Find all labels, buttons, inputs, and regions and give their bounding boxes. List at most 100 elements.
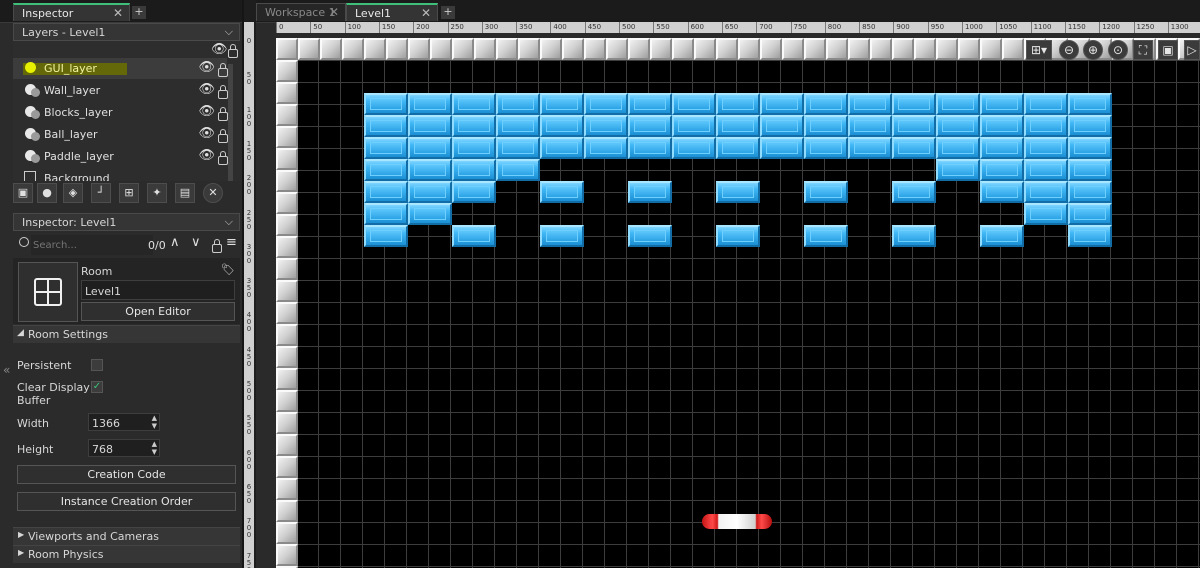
brick-block[interactable] bbox=[1024, 115, 1068, 137]
lock-icon[interactable] bbox=[228, 44, 238, 58]
lock-icon[interactable] bbox=[218, 85, 228, 99]
brick-block[interactable] bbox=[1024, 93, 1068, 115]
zoom-out-icon[interactable]: ⊖ bbox=[1059, 40, 1079, 60]
brick-block[interactable] bbox=[628, 115, 672, 137]
wall-block[interactable] bbox=[430, 38, 452, 60]
eye-icon[interactable]: 👁 bbox=[198, 60, 215, 75]
wall-block[interactable] bbox=[276, 500, 298, 522]
brick-block[interactable] bbox=[628, 137, 672, 159]
wall-block[interactable] bbox=[276, 412, 298, 434]
brick-block[interactable] bbox=[804, 115, 848, 137]
wall-block[interactable] bbox=[276, 324, 298, 346]
brick-block[interactable] bbox=[540, 181, 584, 203]
add-path-layer-button[interactable]: ┘ bbox=[91, 183, 111, 203]
collapse-panel-icon[interactable]: « bbox=[3, 363, 10, 377]
brick-block[interactable] bbox=[452, 159, 496, 181]
brick-block[interactable] bbox=[1068, 225, 1112, 247]
wall-block[interactable] bbox=[364, 38, 386, 60]
brick-block[interactable] bbox=[364, 137, 408, 159]
brick-block[interactable] bbox=[408, 203, 452, 225]
brick-block[interactable] bbox=[452, 115, 496, 137]
add-effect-layer-button[interactable]: ✦ bbox=[147, 183, 167, 203]
eye-icon[interactable]: 👁 bbox=[198, 82, 215, 97]
tab-inspector[interactable]: Inspector ✕ bbox=[13, 3, 130, 21]
brick-block[interactable] bbox=[804, 181, 848, 203]
persistent-checkbox[interactable] bbox=[91, 359, 103, 371]
stepper-icon[interactable]: ▲ ▼ bbox=[152, 440, 157, 456]
brick-block[interactable] bbox=[408, 159, 452, 181]
wall-block[interactable] bbox=[650, 38, 672, 60]
wall-block[interactable] bbox=[870, 38, 892, 60]
close-icon[interactable]: ✕ bbox=[113, 6, 123, 20]
brick-block[interactable] bbox=[1024, 137, 1068, 159]
brick-block[interactable] bbox=[1068, 93, 1112, 115]
layer-row-wall[interactable]: Wall_layer 👁 bbox=[13, 80, 228, 101]
brick-block[interactable] bbox=[980, 115, 1024, 137]
wall-block[interactable] bbox=[276, 258, 298, 280]
wall-block[interactable] bbox=[694, 38, 716, 60]
height-field[interactable]: 768 ▲ ▼ bbox=[88, 439, 160, 457]
zoom-in-icon[interactable]: ⊕ bbox=[1083, 40, 1103, 60]
brick-block[interactable] bbox=[584, 115, 628, 137]
wall-block[interactable] bbox=[276, 544, 298, 566]
layer-row-blocks[interactable]: Blocks_layer 👁 bbox=[13, 102, 228, 123]
wall-block[interactable] bbox=[276, 82, 298, 104]
wall-block[interactable] bbox=[276, 148, 298, 170]
brick-block[interactable] bbox=[364, 203, 408, 225]
brick-block[interactable] bbox=[672, 115, 716, 137]
wall-block[interactable] bbox=[276, 522, 298, 544]
play-icon[interactable]: ▷ bbox=[1184, 40, 1200, 60]
eye-icon[interactable]: 👁 bbox=[211, 42, 228, 57]
brick-block[interactable] bbox=[452, 137, 496, 159]
brick-block[interactable] bbox=[980, 181, 1024, 203]
brick-block[interactable] bbox=[848, 115, 892, 137]
wall-block[interactable] bbox=[276, 214, 298, 236]
tab-workspace-1[interactable]: Workspace 1 ✕ bbox=[256, 3, 346, 21]
wall-block[interactable] bbox=[342, 38, 364, 60]
brick-block[interactable] bbox=[408, 181, 452, 203]
layers-header[interactable]: Layers - Level1 ⌵ bbox=[13, 23, 240, 41]
wall-block[interactable] bbox=[914, 38, 936, 60]
wall-block[interactable] bbox=[452, 38, 474, 60]
frame-icon[interactable]: ▣ bbox=[1158, 40, 1178, 60]
wall-block[interactable] bbox=[936, 38, 958, 60]
wall-block[interactable] bbox=[518, 38, 540, 60]
brick-block[interactable] bbox=[936, 93, 980, 115]
brick-block[interactable] bbox=[584, 137, 628, 159]
brick-block[interactable] bbox=[452, 181, 496, 203]
brick-block[interactable] bbox=[892, 225, 936, 247]
brick-block[interactable] bbox=[804, 225, 848, 247]
brick-block[interactable] bbox=[1024, 181, 1068, 203]
wall-block[interactable] bbox=[606, 38, 628, 60]
wall-block[interactable] bbox=[276, 478, 298, 500]
wall-block[interactable] bbox=[474, 38, 496, 60]
menu-icon[interactable]: ≡ bbox=[226, 235, 237, 250]
brick-block[interactable] bbox=[716, 115, 760, 137]
brick-block[interactable] bbox=[716, 225, 760, 247]
brick-block[interactable] bbox=[408, 93, 452, 115]
brick-block[interactable] bbox=[1068, 159, 1112, 181]
room-settings-header[interactable]: ◢ Room Settings bbox=[13, 325, 240, 343]
brick-block[interactable] bbox=[892, 181, 936, 203]
lock-icon[interactable] bbox=[218, 151, 228, 165]
wall-block[interactable] bbox=[276, 302, 298, 324]
layer-row-paddle[interactable]: Paddle_layer 👁 bbox=[13, 146, 228, 167]
brick-block[interactable] bbox=[760, 137, 804, 159]
zoom-reset-icon[interactable]: ⊙ bbox=[1108, 40, 1128, 60]
add-instance-layer-button[interactable]: ● bbox=[37, 183, 57, 203]
brick-block[interactable] bbox=[452, 225, 496, 247]
brick-block[interactable] bbox=[980, 159, 1024, 181]
brick-block[interactable] bbox=[628, 225, 672, 247]
brick-block[interactable] bbox=[1024, 203, 1068, 225]
wall-block[interactable] bbox=[276, 346, 298, 368]
layer-row-gui[interactable]: GUI_layer 👁 bbox=[13, 58, 228, 79]
eye-icon[interactable]: 👁 bbox=[198, 126, 215, 141]
wall-block[interactable] bbox=[958, 38, 980, 60]
wall-block[interactable] bbox=[628, 38, 650, 60]
brick-block[interactable] bbox=[672, 137, 716, 159]
paddle-instance[interactable] bbox=[702, 514, 772, 529]
wall-block[interactable] bbox=[584, 38, 606, 60]
wall-block[interactable] bbox=[672, 38, 694, 60]
delete-layer-button[interactable]: ✕ bbox=[203, 183, 223, 203]
lock-icon[interactable] bbox=[218, 63, 228, 77]
